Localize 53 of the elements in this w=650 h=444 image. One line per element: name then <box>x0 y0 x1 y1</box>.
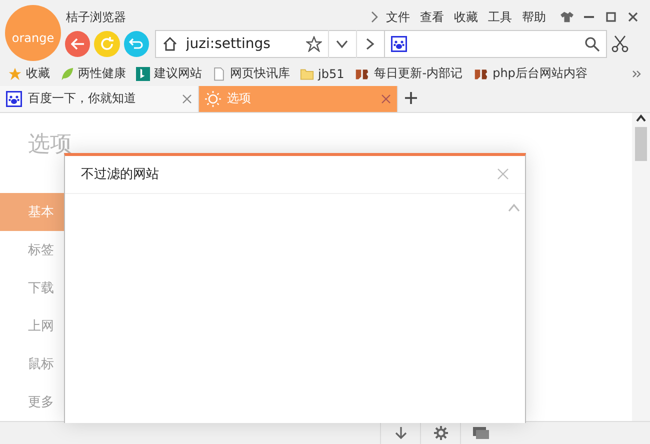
star-icon <box>8 66 22 81</box>
scrollbar[interactable] <box>632 112 650 421</box>
tab-close-icon <box>381 94 391 104</box>
browser-logo: orange <box>5 5 61 61</box>
bookmark-link[interactable]: 建议网站 <box>136 65 202 82</box>
page-title: 选项 <box>28 130 72 159</box>
home-icon <box>162 36 178 52</box>
folder-icon <box>300 66 314 81</box>
back-button[interactable] <box>65 31 90 57</box>
tab-close-icon <box>182 94 192 104</box>
close-icon <box>628 12 638 22</box>
scroll-up-icon <box>507 202 521 212</box>
menu-item[interactable]: 查看 <box>420 8 444 26</box>
bookmark-link[interactable]: 网页快讯库 <box>212 65 290 82</box>
download-icon <box>394 426 408 440</box>
address-bar[interactable]: juzi:settings <box>154 30 385 58</box>
page-icon <box>212 66 226 81</box>
bookmark-link[interactable]: 收藏 <box>8 65 50 82</box>
search-icon <box>584 36 600 52</box>
maximize-icon <box>606 12 616 22</box>
more-icon <box>632 68 642 79</box>
scissors-icon <box>611 35 630 53</box>
bookmark-link[interactable]: 每日更新-内部记 <box>354 65 463 82</box>
scrollbar-thumb[interactable] <box>635 126 647 161</box>
chevron-right-icon <box>365 37 376 51</box>
paw-icon <box>390 36 407 52</box>
star-outline-icon <box>306 36 322 52</box>
menu-item[interactable]: 工具 <box>488 8 512 26</box>
chevron-right-icon <box>371 11 379 23</box>
menu-item[interactable]: 收藏 <box>454 8 478 26</box>
bookmark-link[interactable]: jb51 <box>300 66 344 81</box>
bookmark-link[interactable]: 两性健康 <box>60 65 126 82</box>
menu-item[interactable]: 文件 <box>386 8 410 26</box>
settings-icon <box>434 426 448 440</box>
search-field[interactable] <box>384 30 607 58</box>
monitor-icon <box>472 426 488 440</box>
menu-item[interactable]: 帮助 <box>522 8 546 26</box>
minimize-icon <box>584 16 594 18</box>
dialog-title: 不过滤的网站 <box>81 166 160 184</box>
chevron-down-icon <box>335 39 350 49</box>
arrow-left-icon <box>70 38 85 50</box>
sun-icon <box>205 90 221 107</box>
close-icon <box>497 168 509 180</box>
browser-tab[interactable]: 百度一下，你就知道 <box>0 86 199 112</box>
paw-icon <box>6 90 22 107</box>
leaf-icon <box>60 66 74 81</box>
refresh-icon <box>100 37 114 51</box>
return-arrow-icon <box>129 37 144 51</box>
scroll-up-icon <box>635 112 647 123</box>
window-title: 桔子浏览器 <box>66 8 126 26</box>
plus-icon <box>405 92 417 104</box>
bookmark-link[interactable]: php后台网站内容 <box>472 65 588 82</box>
shirt-icon <box>560 11 574 23</box>
